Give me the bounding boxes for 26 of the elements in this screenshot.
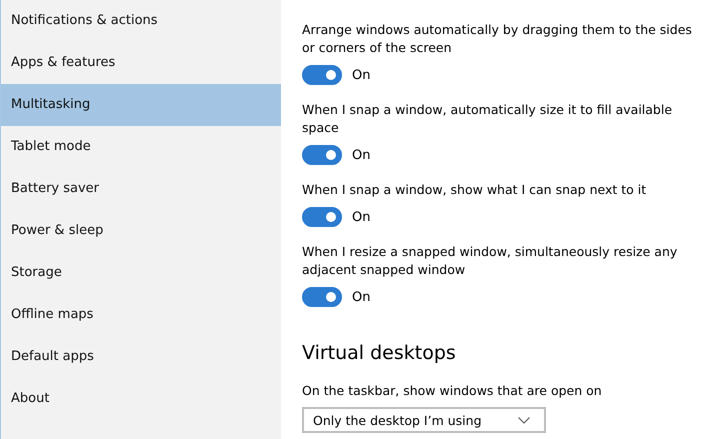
setting-description: When I snap a window, show what I can snap next to it	[302, 181, 648, 199]
sidebar-item[interactable]: Battery saver	[1, 168, 281, 210]
setting-description: Arrange windows automatically by dragging them to the sides or corners of the screen	[302, 21, 692, 57]
sidebar-item[interactable]: Multitasking	[1, 84, 281, 126]
toggle-label: On	[352, 290, 370, 304]
sidebar-item[interactable]: Default apps	[1, 336, 281, 378]
toggle-label: On	[352, 148, 370, 162]
toggle-switch[interactable]	[302, 65, 342, 85]
toggle-label: On	[352, 210, 370, 224]
section-heading: Virtual desktops	[302, 341, 457, 366]
setting-description: When I resize a snapped window, simultaneously resize any adjacent snapped window	[302, 243, 678, 279]
dropdown-label: On the taskbar, show windows that are open on	[302, 382, 603, 400]
chevron-down-icon	[518, 416, 530, 424]
sidebar-item[interactable]: Notifications & actions	[1, 0, 281, 42]
sidebar-item[interactable]: Power & sleep	[1, 210, 281, 252]
dropdown[interactable]: Only the desktop I’m using	[302, 407, 546, 433]
sidebar-item[interactable]: Offline maps	[1, 294, 281, 336]
sidebar-item[interactable]: About	[1, 378, 281, 420]
sidebar-item[interactable]: Storage	[1, 252, 281, 294]
sidebar-item[interactable]: Tablet mode	[1, 126, 281, 168]
toggle-switch[interactable]	[302, 207, 342, 227]
toggle-switch[interactable]	[302, 287, 342, 307]
setting-description: When I snap a window, automatically size it to fill available space	[302, 101, 674, 137]
toggle-switch[interactable]	[302, 145, 342, 165]
sidebar-item[interactable]: Apps & features	[1, 42, 281, 84]
toggle-label: On	[352, 68, 370, 82]
